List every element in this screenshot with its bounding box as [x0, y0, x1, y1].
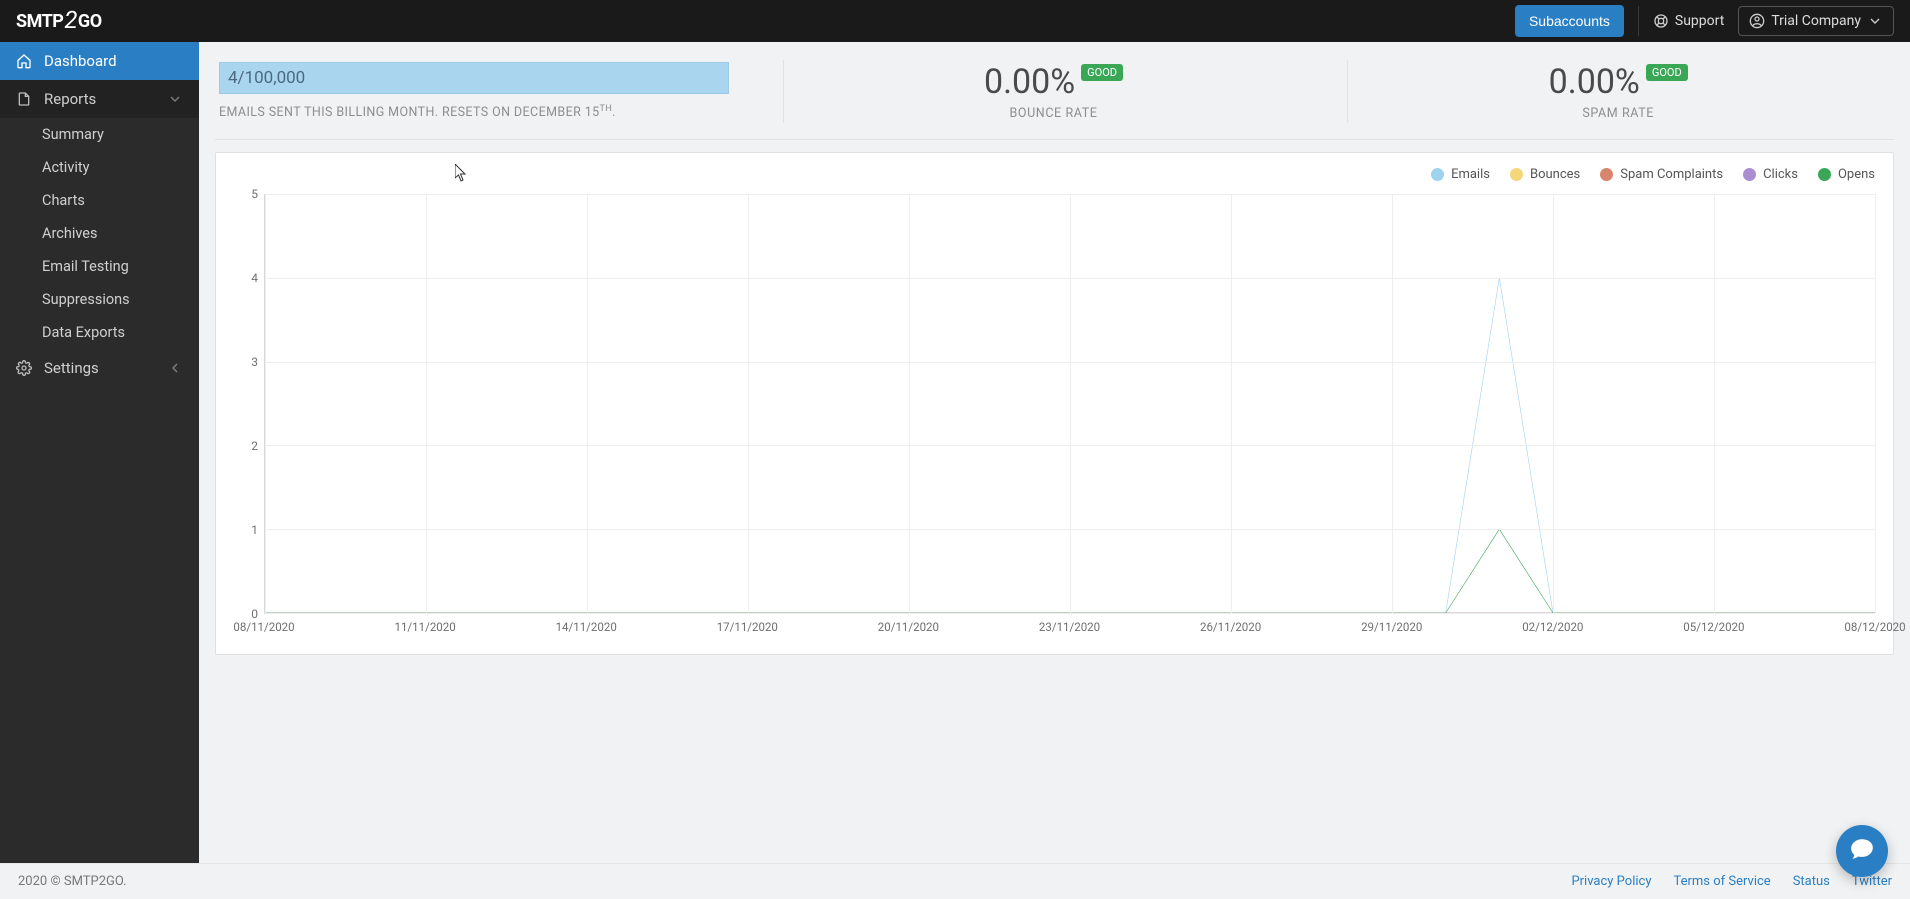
- logo[interactable]: SMTP 2 GO: [16, 7, 102, 35]
- logo-text-two: 2: [64, 6, 77, 34]
- footer-privacy[interactable]: Privacy Policy: [1571, 874, 1651, 889]
- x-tick: 08/12/2020: [1844, 620, 1905, 634]
- subnav-email-testing[interactable]: Email Testing: [0, 250, 199, 283]
- x-tick: 29/11/2020: [1361, 620, 1422, 634]
- subnav-suppressions[interactable]: Suppressions: [0, 283, 199, 316]
- x-axis: 08/11/202011/11/202014/11/202017/11/2020…: [264, 620, 1875, 636]
- legend-opens[interactable]: Opens: [1818, 167, 1875, 182]
- x-tick: 08/11/2020: [233, 620, 294, 634]
- y-tick: 3: [251, 355, 258, 369]
- legend-spam[interactable]: Spam Complaints: [1600, 167, 1723, 182]
- logo-text-left: SMTP: [16, 11, 63, 32]
- legend-emails[interactable]: Emails: [1431, 167, 1490, 182]
- nav-reports-label: Reports: [44, 90, 96, 108]
- x-tick: 20/11/2020: [878, 620, 939, 634]
- footer-copyright: 2020 © SMTP2GO.: [18, 874, 127, 889]
- x-tick: 11/11/2020: [394, 620, 455, 634]
- y-tick: 5: [251, 187, 258, 201]
- nav-settings[interactable]: Settings: [0, 349, 199, 387]
- quota-progress: 4/100,000: [219, 62, 729, 94]
- chat-button[interactable]: [1836, 825, 1888, 877]
- quota-block: 4/100,000 EMAILS SENT THIS BILLING MONTH…: [219, 60, 759, 122]
- support-link[interactable]: Support: [1653, 13, 1724, 29]
- legend-bounces[interactable]: Bounces: [1510, 167, 1580, 182]
- swatch-emails-icon: [1431, 168, 1444, 181]
- topbar: SMTP 2 GO Subaccounts Support Trial Comp…: [0, 0, 1910, 42]
- bounce-pct: 0.00%: [984, 62, 1075, 102]
- subnav-summary[interactable]: Summary: [0, 118, 199, 151]
- company-menu[interactable]: Trial Company: [1738, 6, 1894, 36]
- document-icon: [16, 91, 32, 107]
- swatch-spam-icon: [1600, 168, 1613, 181]
- x-tick: 17/11/2020: [717, 620, 778, 634]
- lifebuoy-icon: [1653, 13, 1669, 29]
- spam-block: 0.00% GOOD SPAM RATE: [1347, 60, 1888, 123]
- chevron-down-icon: [167, 91, 183, 107]
- spam-badge: GOOD: [1646, 64, 1688, 81]
- chart-plot[interactable]: [264, 194, 1875, 614]
- nav-reports[interactable]: Reports: [0, 80, 199, 118]
- nav-dashboard-label: Dashboard: [44, 52, 117, 70]
- y-tick: 4: [251, 271, 258, 285]
- gear-icon: [16, 360, 32, 376]
- chart-legend: Emails Bounces Spam Complaints Clicks: [234, 167, 1875, 182]
- x-tick: 26/11/2020: [1200, 620, 1261, 634]
- y-tick: 0: [251, 607, 258, 621]
- chevron-down-icon: [1867, 13, 1883, 29]
- reports-submenu: Summary Activity Charts Archives Email T…: [0, 118, 199, 349]
- y-tick: 1: [251, 523, 258, 537]
- subaccounts-button[interactable]: Subaccounts: [1515, 5, 1624, 37]
- home-icon: [16, 53, 32, 69]
- stats-row: 4/100,000 EMAILS SENT THIS BILLING MONTH…: [215, 56, 1894, 140]
- divider: [1638, 6, 1639, 36]
- sidebar: Dashboard Reports Summary Activity Chart…: [0, 42, 199, 863]
- nav-settings-label: Settings: [44, 359, 99, 377]
- company-label: Trial Company: [1771, 13, 1861, 29]
- chevron-left-icon: [167, 360, 183, 376]
- chart-area: 012345: [234, 194, 1875, 614]
- swatch-opens-icon: [1818, 168, 1831, 181]
- x-tick: 14/11/2020: [556, 620, 617, 634]
- user-circle-icon: [1749, 13, 1765, 29]
- chart-card: Emails Bounces Spam Complaints Clicks: [215, 152, 1894, 655]
- y-tick: 2: [251, 439, 258, 453]
- nav-dashboard[interactable]: Dashboard: [0, 42, 199, 80]
- bounce-badge: GOOD: [1081, 64, 1123, 81]
- main-content: 4/100,000 EMAILS SENT THIS BILLING MONTH…: [199, 42, 1910, 863]
- spam-label: SPAM RATE: [1582, 106, 1654, 121]
- legend-clicks[interactable]: Clicks: [1743, 167, 1798, 182]
- quota-caption: EMAILS SENT THIS BILLING MONTH. RESETS O…: [219, 104, 729, 120]
- x-tick: 05/12/2020: [1683, 620, 1744, 634]
- subnav-activity[interactable]: Activity: [0, 151, 199, 184]
- swatch-clicks-icon: [1743, 168, 1756, 181]
- logo-text-right: GO: [78, 11, 102, 32]
- footer-status[interactable]: Status: [1793, 874, 1830, 889]
- swatch-bounces-icon: [1510, 168, 1523, 181]
- bounce-label: BOUNCE RATE: [1010, 106, 1098, 121]
- quota-text: 4/100,000: [228, 68, 305, 88]
- spam-pct: 0.00%: [1549, 62, 1640, 102]
- chat-icon: [1849, 836, 1875, 866]
- footer-terms[interactable]: Terms of Service: [1673, 874, 1770, 889]
- x-tick: 02/12/2020: [1522, 620, 1583, 634]
- footer: 2020 © SMTP2GO. Privacy Policy Terms of …: [0, 863, 1910, 899]
- subnav-charts[interactable]: Charts: [0, 184, 199, 217]
- bounce-block: 0.00% GOOD BOUNCE RATE: [783, 60, 1324, 123]
- subnav-data-exports[interactable]: Data Exports: [0, 316, 199, 349]
- x-tick: 23/11/2020: [1039, 620, 1100, 634]
- support-label: Support: [1675, 13, 1724, 29]
- y-axis: 012345: [234, 194, 264, 614]
- subnav-archives[interactable]: Archives: [0, 217, 199, 250]
